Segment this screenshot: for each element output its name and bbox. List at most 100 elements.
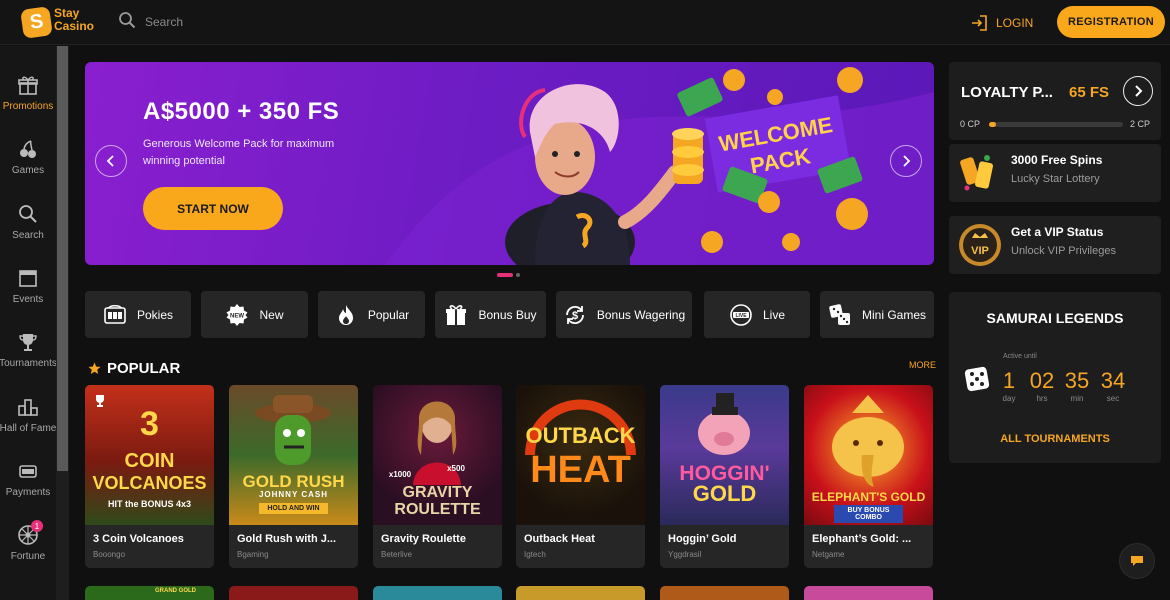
welcome-banner[interactable]: WELCOME PACK A$5000 + 350 FS Generous We… <box>85 62 934 265</box>
more-link[interactable]: MORE <box>909 360 936 370</box>
chat-button[interactable] <box>1119 543 1155 579</box>
logo-text: Stay Casino <box>54 7 94 33</box>
sidebar-item-payments[interactable]: Payments <box>0 460 56 520</box>
podium-icon <box>18 399 38 416</box>
promo-title: 3000 Free Spins <box>1011 153 1103 167</box>
game-card[interactable]: x1000 x500 GRAVITY ROULETTE Gravity Roul… <box>373 385 502 568</box>
category-label: Bonus Buy <box>478 307 537 322</box>
trophy-icon <box>96 395 104 407</box>
countdown-unit: sec <box>1106 394 1120 403</box>
category-popular[interactable]: Popular <box>318 291 425 338</box>
sidebar-scrollbar[interactable] <box>56 46 69 600</box>
game-thumbnail: x1000 x500 GRAVITY ROULETTE <box>373 385 502 525</box>
game-art-text: ELEPHANT'S GOLD <box>811 490 926 504</box>
sidebar-item-search[interactable]: Search <box>0 203 56 263</box>
game-card[interactable]: GOLD RUSH JOHNNY CASH HOLD AND WIN Gold … <box>229 385 358 568</box>
game-card-partial[interactable] <box>373 586 502 600</box>
sidebar-item-promotions[interactable]: Promotions <box>0 74 56 134</box>
logo[interactable]: S Stay Casino <box>20 6 100 39</box>
game-art-text: OUTBACK <box>525 423 636 448</box>
promo-card-vip[interactable]: VIP Get a VIP Status Unlock VIP Privileg… <box>949 216 1161 274</box>
wallet-icon <box>19 465 37 478</box>
game-card[interactable]: 3 COIN VOLCANOES HIT the BONUS 4x3 3 Coi… <box>85 385 214 568</box>
game-art-text: HIT the BONUS 4x3 <box>107 499 192 509</box>
loyalty-progress-bar <box>989 122 1123 127</box>
gift-icon <box>18 76 38 95</box>
category-bonus-wagering[interactable]: $ Bonus Wagering <box>556 291 692 338</box>
banner-title: A$5000 + 350 FS <box>143 98 340 125</box>
vip-badge-text: VIP <box>971 245 989 257</box>
game-art-text: HOLD AND WIN <box>259 503 328 514</box>
search-box[interactable] <box>118 11 298 33</box>
promo-title: Get a VIP Status <box>1011 225 1104 239</box>
search-icon <box>119 12 136 29</box>
sidebar-item-events[interactable]: Events <box>0 267 56 327</box>
dollar-cycle-icon: $ <box>565 305 584 324</box>
game-thumbnail: HOGGIN' GOLD <box>660 385 789 525</box>
sidebar-item-label: Promotions <box>2 101 54 112</box>
loyalty-progress-fill <box>989 122 996 127</box>
chevron-right-icon <box>903 155 911 167</box>
calendar-icon <box>19 270 37 287</box>
sidebar-item-tournaments[interactable]: Tournaments <box>0 331 57 391</box>
pagination-dot-active[interactable] <box>497 273 513 277</box>
game-card-partial[interactable] <box>804 586 933 600</box>
game-name: Gold Rush with J... <box>237 533 336 545</box>
sidebar-item-games[interactable]: Games <box>0 138 56 198</box>
game-card-partial[interactable]: GRAND GOLD <box>85 586 214 600</box>
game-art-text: HEAT <box>530 449 631 491</box>
game-thumbnail: OUTBACK HEAT <box>516 385 645 525</box>
game-card[interactable]: OUTBACK HEAT Outback Heat Igtech <box>516 385 645 568</box>
pagination-dot[interactable] <box>516 273 520 277</box>
search-input[interactable] <box>145 13 295 31</box>
category-bonus-buy[interactable]: Bonus Buy <box>435 291 546 338</box>
game-art-text: GOLD RUSH <box>242 472 345 491</box>
category-label: Bonus Wagering <box>596 307 686 322</box>
scrollbar-thumb[interactable] <box>57 46 68 471</box>
game-card-partial[interactable] <box>516 586 645 600</box>
game-provider: Netgame <box>812 550 845 559</box>
countdown-value: 02 <box>1029 368 1055 393</box>
chevron-right-icon <box>1135 85 1143 97</box>
game-card[interactable]: HOGGIN' GOLD Hoggin’ Gold Yggdrasil <box>660 385 789 568</box>
game-art-text: x1000 <box>388 470 412 479</box>
category-mini-games[interactable]: Mini Games <box>820 291 934 338</box>
top-bar: S Stay Casino LOGIN REGISTRATION <box>0 0 1170 45</box>
registration-button[interactable]: REGISTRATION <box>1057 6 1165 38</box>
category-new[interactable]: NEW New <box>201 291 308 338</box>
vip-crown-icon: VIP <box>959 224 1001 266</box>
countdown-seconds: 34 sec <box>1098 368 1128 404</box>
game-art-text: JOHNNY CASH <box>258 490 329 499</box>
sidebar-item-hall-of-fame[interactable]: Hall of Fame <box>0 396 56 456</box>
sidebar-item-label: Hall of Fame <box>0 423 57 434</box>
banner-subtitle: Generous Welcome Pack for maximum winnin… <box>143 138 335 167</box>
banner-next-button[interactable] <box>890 145 922 177</box>
countdown-unit: min <box>1070 394 1084 403</box>
category-label: New <box>259 307 284 322</box>
game-card[interactable]: ELEPHANT'S GOLD BUY BONUS COMBO Elephant… <box>804 385 933 568</box>
svg-text:LIVE: LIVE <box>735 313 747 319</box>
banner-prev-button[interactable] <box>95 145 127 177</box>
login-button[interactable]: LOGIN <box>970 13 1033 33</box>
slot-machine-icon <box>104 304 126 324</box>
game-card-partial[interactable] <box>660 586 789 600</box>
category-pokies[interactable]: Pokies <box>85 291 191 338</box>
all-tournaments-link[interactable]: ALL TOURNAMENTS <box>949 433 1161 445</box>
promo-card-free-spins[interactable]: 3000 Free Spins Lucky Star Lottery <box>949 144 1161 202</box>
search-icon <box>19 205 37 223</box>
banner-pagination <box>497 273 521 277</box>
sidebar-item-fortune[interactable]: 1 Fortune <box>0 520 56 584</box>
game-name: 3 Coin Volcanoes <box>93 533 184 545</box>
loyalty-open-button[interactable] <box>1123 76 1153 106</box>
game-card-partial[interactable] <box>229 586 358 600</box>
countdown-days: 1 day <box>1001 370 1017 404</box>
notification-badge: 1 <box>31 520 43 532</box>
game-thumbnail: 3 COIN VOLCANOES HIT the BONUS 4x3 <box>85 385 214 525</box>
countdown-value: 34 <box>1100 368 1126 393</box>
countdown-hours: 02 hrs <box>1027 368 1057 404</box>
start-now-button[interactable]: START NOW <box>143 187 283 230</box>
sidebar-item-label: Events <box>12 294 44 305</box>
category-live[interactable]: LIVE Live <box>704 291 810 338</box>
login-icon <box>972 15 987 31</box>
active-until-label: Active until <box>1003 353 1037 360</box>
